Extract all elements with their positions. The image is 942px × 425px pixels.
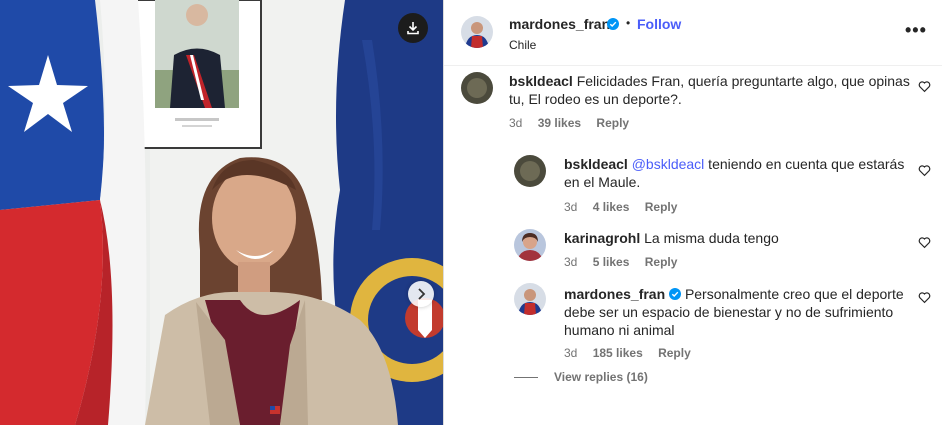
commenter-avatar[interactable] [514,155,546,187]
author-avatar[interactable] [461,16,493,48]
comment-text-cont: tu, El rodeo es un deporte?. [509,91,682,107]
reply-body: mardones_fran Personalmente creo que el … [564,285,924,339]
reply-body: bskldeacl @bskldeacl teniendo en cuenta … [564,155,924,191]
comment-text: Felicidades Fran, quería preguntarte alg… [576,73,910,89]
reply-time[interactable]: 3d [564,200,577,214]
heart-icon[interactable] [918,164,931,177]
avatar-image [514,283,546,315]
reply-meta: 3d 185 likes Reply [564,346,703,360]
verified-badge-icon [669,288,682,300]
post-media[interactable] [0,0,443,425]
reply-text: teniendo en cuenta que estarás [704,156,905,172]
reply-button[interactable]: Reply [645,200,678,214]
next-image-button[interactable] [408,281,434,307]
reply-username[interactable]: bskldeacl [564,156,628,172]
heart-icon[interactable] [918,80,931,93]
avatar-image [514,155,546,187]
post-viewer: mardones_fran • Follow Chile ••• bskldea… [0,0,942,425]
comments-panel: mardones_fran • Follow Chile ••• bskldea… [443,0,942,425]
download-icon [407,22,419,35]
reply-button[interactable]: Reply [645,255,678,269]
view-replies-button[interactable]: View replies (16) [514,370,648,384]
reply-button[interactable]: Reply [596,116,629,130]
comment-username[interactable]: bskldeacl [509,73,573,89]
reply-time[interactable]: 3d [564,255,577,269]
comment-body: bskldeacl Felicidades Fran, quería pregu… [509,72,929,108]
reply-username[interactable]: karinagrohl [564,230,640,246]
separator-dot: • [626,16,631,30]
post-location[interactable]: Chile [509,38,536,52]
post-header: mardones_fran • Follow Chile ••• [444,0,942,66]
follow-button[interactable]: Follow [637,16,681,32]
avatar-image [461,16,493,48]
avatar-image [514,229,546,261]
author-username[interactable]: mardones_fran [509,16,610,32]
reply-time[interactable]: 3d [564,346,577,360]
more-options-button[interactable]: ••• [905,20,927,41]
comment-time[interactable]: 3d [509,116,522,130]
comment-meta: 3d 39 likes Reply [509,116,641,130]
commenter-avatar[interactable] [514,229,546,261]
reply-likes[interactable]: 5 likes [593,255,630,269]
verified-badge-icon [607,18,619,30]
reply-username[interactable]: mardones_fran [564,286,665,302]
heart-icon[interactable] [918,236,931,249]
mention-link[interactable]: @bskldeacl [632,156,705,172]
reply-text-cont: humano ni animal [564,322,675,338]
comment-likes[interactable]: 39 likes [538,116,581,130]
reply-meta: 3d 5 likes Reply [564,255,689,269]
reply-likes[interactable]: 4 likes [593,200,630,214]
reply-body: karinagrohl La misma duda tengo [564,229,924,247]
chevron-right-icon [418,288,426,300]
reply-button[interactable]: Reply [658,346,691,360]
commenter-avatar[interactable] [461,72,493,104]
reply-meta: 3d 4 likes Reply [564,200,689,214]
avatar-image [461,72,493,104]
reply-text-cont: en el Maule. [564,174,641,190]
reply-text: Personalmente creo que el deporte [684,286,904,302]
reply-text-cont: debe ser un espacio de bienestar y no de… [564,304,894,320]
reply-likes[interactable]: 185 likes [593,346,643,360]
commenter-avatar[interactable] [514,283,546,315]
view-replies-line [514,376,538,378]
reply-text: La misma duda tengo [644,230,779,246]
view-replies-label: View replies (16) [554,370,648,384]
post-photo [0,0,443,425]
download-button[interactable] [398,13,428,43]
heart-icon[interactable] [918,291,931,304]
